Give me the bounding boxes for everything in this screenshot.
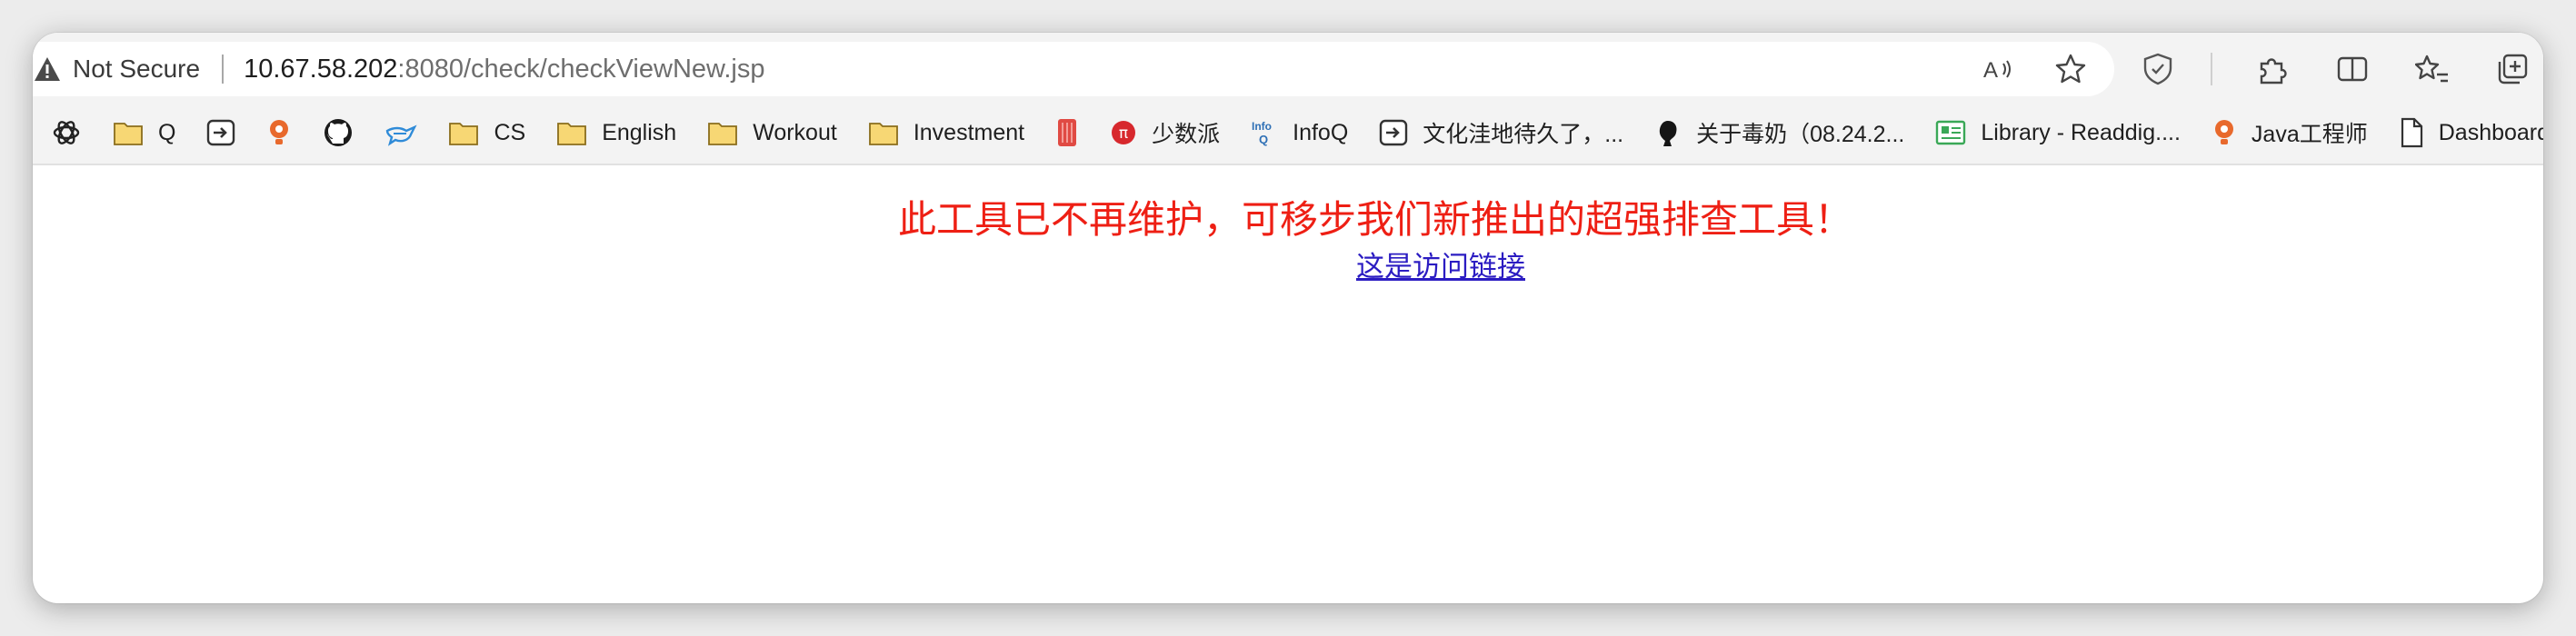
address-bar-actions: A xyxy=(1982,42,2087,96)
arrow-box-icon xyxy=(1379,118,1408,147)
favorites-icon[interactable] xyxy=(2414,51,2451,87)
address-separator xyxy=(222,55,225,84)
bookmark-article-1[interactable]: 文化洼地待久了，... xyxy=(1379,116,1623,149)
url-host: 10.67.58.202 xyxy=(244,54,398,84)
bookmark-label: CS xyxy=(494,119,526,145)
collections-icon[interactable] xyxy=(2494,51,2531,87)
bookmark-folder-english[interactable]: English xyxy=(556,119,676,146)
bookmark-label: English xyxy=(602,119,677,145)
bookmarks-bar: Q CS English Workout Investment π 少数派 In… xyxy=(33,102,2543,164)
bookmark-label: InfoQ xyxy=(1293,119,1349,145)
folder-icon xyxy=(113,119,144,146)
bookmark-dashboard[interactable]: Dashboard xyxy=(2399,117,2543,148)
github-icon xyxy=(323,117,354,148)
split-screen-icon[interactable] xyxy=(2334,51,2371,87)
bookmark-sspai[interactable]: π 少数派 xyxy=(1110,116,1220,149)
folder-icon xyxy=(556,119,587,146)
url-text[interactable]: 10.67.58.202:8080/check/checkViewNew.jsp xyxy=(244,55,764,84)
bookmark-infoq[interactable]: Info Q InfoQ xyxy=(1251,118,1348,147)
warning-icon[interactable] xyxy=(33,55,62,84)
toolbar-divider xyxy=(2211,53,2212,85)
svg-text:π: π xyxy=(1119,124,1128,143)
bookmark-red-book[interactable] xyxy=(1055,117,1079,148)
bulb-icon xyxy=(2212,118,2237,147)
extensions-icon[interactable] xyxy=(2254,51,2291,87)
deprecation-notice: 此工具已不再维护，可移步我们新推出的超强排查工具！ xyxy=(898,197,1853,242)
bookmark-label: Java工程师 xyxy=(2251,122,2368,147)
browser-window: Not Secure 10.67.58.202:8080/check/check… xyxy=(33,33,2543,603)
svg-text:Info: Info xyxy=(1252,120,1272,133)
folder-icon xyxy=(868,119,899,146)
bookmark-label: Dashboard xyxy=(2438,119,2543,145)
bookmark-label: Workout xyxy=(753,119,837,145)
bookmark-java[interactable]: Java工程师 xyxy=(2212,116,2368,149)
infoq-icon: Info Q xyxy=(1251,118,1278,147)
bookmark-github[interactable] xyxy=(323,117,354,148)
bookmark-label: Q xyxy=(158,119,176,145)
browser-chrome: Not Secure 10.67.58.202:8080/check/check… xyxy=(33,33,2543,165)
openai-icon xyxy=(51,117,82,148)
pi-icon: π xyxy=(1110,119,1137,146)
bookmark-folder-q[interactable]: Q xyxy=(113,119,175,146)
bookmark-openai[interactable] xyxy=(51,117,82,148)
bookmark-folder-investment[interactable]: Investment xyxy=(868,119,1024,146)
bookmark-label: Investment xyxy=(913,119,1025,145)
library-icon xyxy=(1935,119,1966,146)
top-row: Not Secure 10.67.58.202:8080/check/check… xyxy=(33,33,2543,102)
red-book-icon xyxy=(1055,117,1079,148)
toolbar xyxy=(2140,42,2543,96)
avatar-icon xyxy=(1654,118,1682,147)
favorite-star-icon[interactable] xyxy=(2054,53,2087,85)
security-label[interactable]: Not Secure xyxy=(73,55,200,84)
svg-text:Q: Q xyxy=(1259,133,1268,146)
access-link[interactable]: 这是访问链接 xyxy=(1356,243,1525,284)
folder-icon xyxy=(707,119,738,146)
bookmark-bird[interactable] xyxy=(384,118,418,147)
bookmark-label: 文化洼地待久了，... xyxy=(1423,122,1624,147)
bookmark-library[interactable]: Library - Readdig.... xyxy=(1935,119,2181,146)
bookmark-folder-workout[interactable]: Workout xyxy=(707,119,837,146)
arrow-box-icon xyxy=(206,118,235,147)
bookmark-label: 关于毒奶（08.24.2... xyxy=(1696,122,1905,147)
bookmark-article-2[interactable]: 关于毒奶（08.24.2... xyxy=(1654,116,1904,149)
page-content: 此工具已不再维护，可移步我们新推出的超强排查工具！ 这是访问链接 xyxy=(33,165,2543,601)
page-icon xyxy=(2399,117,2424,148)
bookmark-bulb[interactable] xyxy=(266,118,292,147)
bird-icon xyxy=(384,118,418,147)
url-path: :8080/check/checkViewNew.jsp xyxy=(397,54,765,84)
bookmark-folder-cs[interactable]: CS xyxy=(448,119,525,146)
shield-icon[interactable] xyxy=(2140,51,2176,87)
bookmark-label: 少数派 xyxy=(1152,122,1221,147)
bookmark-arrow-box[interactable] xyxy=(206,118,235,147)
folder-icon xyxy=(448,119,479,146)
address-bar[interactable]: Not Secure 10.67.58.202:8080/check/check… xyxy=(33,42,2114,96)
read-aloud-icon[interactable]: A xyxy=(1982,53,2014,85)
bookmark-label: Library - Readdig.... xyxy=(1981,119,2181,145)
bulb-icon xyxy=(266,118,292,147)
svg-text:A: A xyxy=(1983,58,1998,83)
